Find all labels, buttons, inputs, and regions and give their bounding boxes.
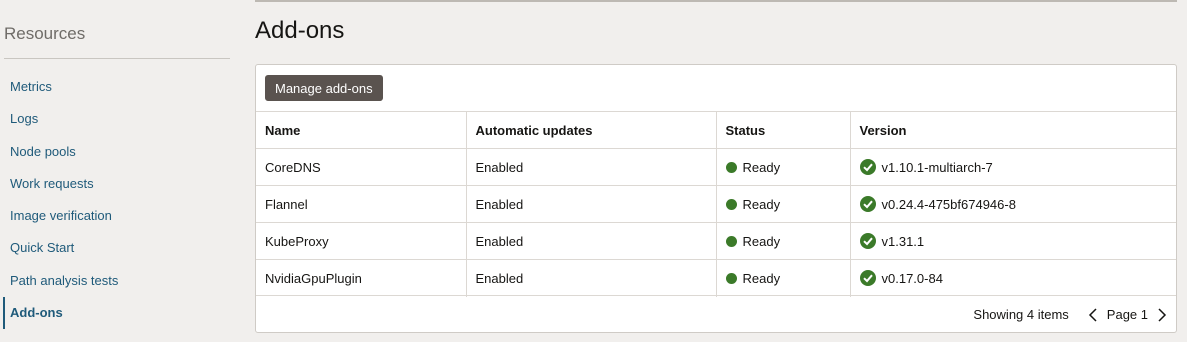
check-circle-icon bbox=[859, 270, 876, 287]
cell-status: Ready bbox=[715, 148, 850, 186]
status-ok-icon bbox=[725, 161, 737, 173]
sidebar-item-quick-start[interactable]: Quick Start bbox=[0, 232, 232, 264]
table-row: CoreDNS Enabled Ready v1.10.1-multiarch-… bbox=[256, 148, 1176, 186]
check-circle-icon bbox=[859, 159, 876, 175]
status-text: Ready bbox=[742, 233, 781, 249]
cell-status: Ready bbox=[715, 185, 850, 223]
status-ok-icon bbox=[725, 272, 737, 284]
chevron-left-icon[interactable] bbox=[1087, 307, 1099, 323]
table-row: Flannel Enabled Ready v0.24.4-475bf67494… bbox=[256, 185, 1176, 223]
cell-status: Ready bbox=[715, 259, 850, 297]
sidebar-item-image-verification[interactable]: Image verification bbox=[0, 200, 232, 232]
cell-auto-updates: Enabled bbox=[465, 259, 716, 297]
toolbar: Manage add-ons bbox=[256, 65, 1176, 111]
page-indicator: Page 1 bbox=[1106, 307, 1148, 322]
status-ok-icon bbox=[725, 235, 737, 247]
sidebar-item-work-requests[interactable]: Work requests bbox=[0, 168, 232, 200]
page-title: Add-ons bbox=[255, 17, 345, 44]
manage-add-ons-button[interactable]: Manage add-ons bbox=[265, 75, 383, 101]
version-text: v0.24.4-475bf674946-8 bbox=[881, 197, 1016, 212]
cell-auto-updates: Enabled bbox=[465, 222, 716, 260]
check-circle-icon bbox=[859, 196, 876, 212]
cell-status: Ready bbox=[715, 222, 850, 260]
cell-auto-updates: Enabled bbox=[465, 148, 716, 186]
sidebar-divider bbox=[4, 58, 230, 59]
table-row: KubeProxy Enabled Ready v1.31.1 bbox=[256, 222, 1176, 260]
version-text: v0.17.0-84 bbox=[881, 271, 943, 287]
app-root: Resources Metrics Logs Node pools Work r… bbox=[0, 0, 1187, 342]
version-text: v1.10.1-multiarch-7 bbox=[881, 160, 993, 175]
sidebar-title: Resources bbox=[4, 24, 86, 43]
table-header-row: Name Automatic updates Status Version bbox=[256, 111, 1176, 149]
sidebar: Resources Metrics Logs Node pools Work r… bbox=[0, 0, 232, 342]
cell-name: KubeProxy bbox=[256, 222, 466, 260]
sidebar-item-logs[interactable]: Logs bbox=[0, 103, 232, 135]
cell-version: v1.10.1-multiarch-7 bbox=[849, 148, 1176, 186]
sidebar-item-node-pools[interactable]: Node pools bbox=[0, 136, 232, 168]
add-ons-panel: Manage add-ons Name Automatic updates St… bbox=[255, 64, 1177, 333]
add-ons-table: Name Automatic updates Status Version Co… bbox=[256, 111, 1176, 297]
cell-version: v0.24.4-475bf674946-8 bbox=[849, 185, 1176, 223]
column-header-automatic-updates[interactable]: Automatic updates bbox=[465, 111, 716, 149]
table-row: NvidiaGpuPlugin Enabled Ready v0.17.0-84 bbox=[256, 259, 1176, 297]
pagination: Showing 4 items Page 1 bbox=[973, 296, 1168, 333]
cell-name: Flannel bbox=[256, 185, 466, 223]
sidebar-item-add-ons[interactable]: Add-ons bbox=[0, 297, 232, 330]
table-footer: Showing 4 items Page 1 bbox=[256, 295, 1176, 332]
column-header-name[interactable]: Name bbox=[256, 111, 466, 149]
top-divider bbox=[255, 0, 1177, 2]
cell-auto-updates: Enabled bbox=[465, 185, 716, 223]
status-ok-icon bbox=[725, 198, 737, 210]
sidebar-nav: Metrics Logs Node pools Work requests Im… bbox=[0, 71, 232, 330]
cell-version: v1.31.1 bbox=[849, 222, 1176, 260]
check-circle-icon bbox=[859, 233, 876, 249]
cell-version: v0.17.0-84 bbox=[849, 259, 1176, 297]
item-count: Showing 4 items bbox=[973, 307, 1069, 322]
cell-name: NvidiaGpuPlugin bbox=[256, 259, 466, 297]
chevron-right-icon[interactable] bbox=[1156, 307, 1168, 323]
sidebar-item-path-analysis-tests[interactable]: Path analysis tests bbox=[0, 265, 232, 297]
column-header-status[interactable]: Status bbox=[715, 111, 850, 149]
version-text: v1.31.1 bbox=[881, 234, 925, 249]
status-text: Ready bbox=[742, 159, 781, 175]
sidebar-item-metrics[interactable]: Metrics bbox=[0, 71, 232, 103]
status-text: Ready bbox=[742, 196, 781, 212]
cell-name: CoreDNS bbox=[256, 148, 466, 186]
status-text: Ready bbox=[742, 270, 781, 286]
column-header-version[interactable]: Version bbox=[849, 111, 1176, 149]
